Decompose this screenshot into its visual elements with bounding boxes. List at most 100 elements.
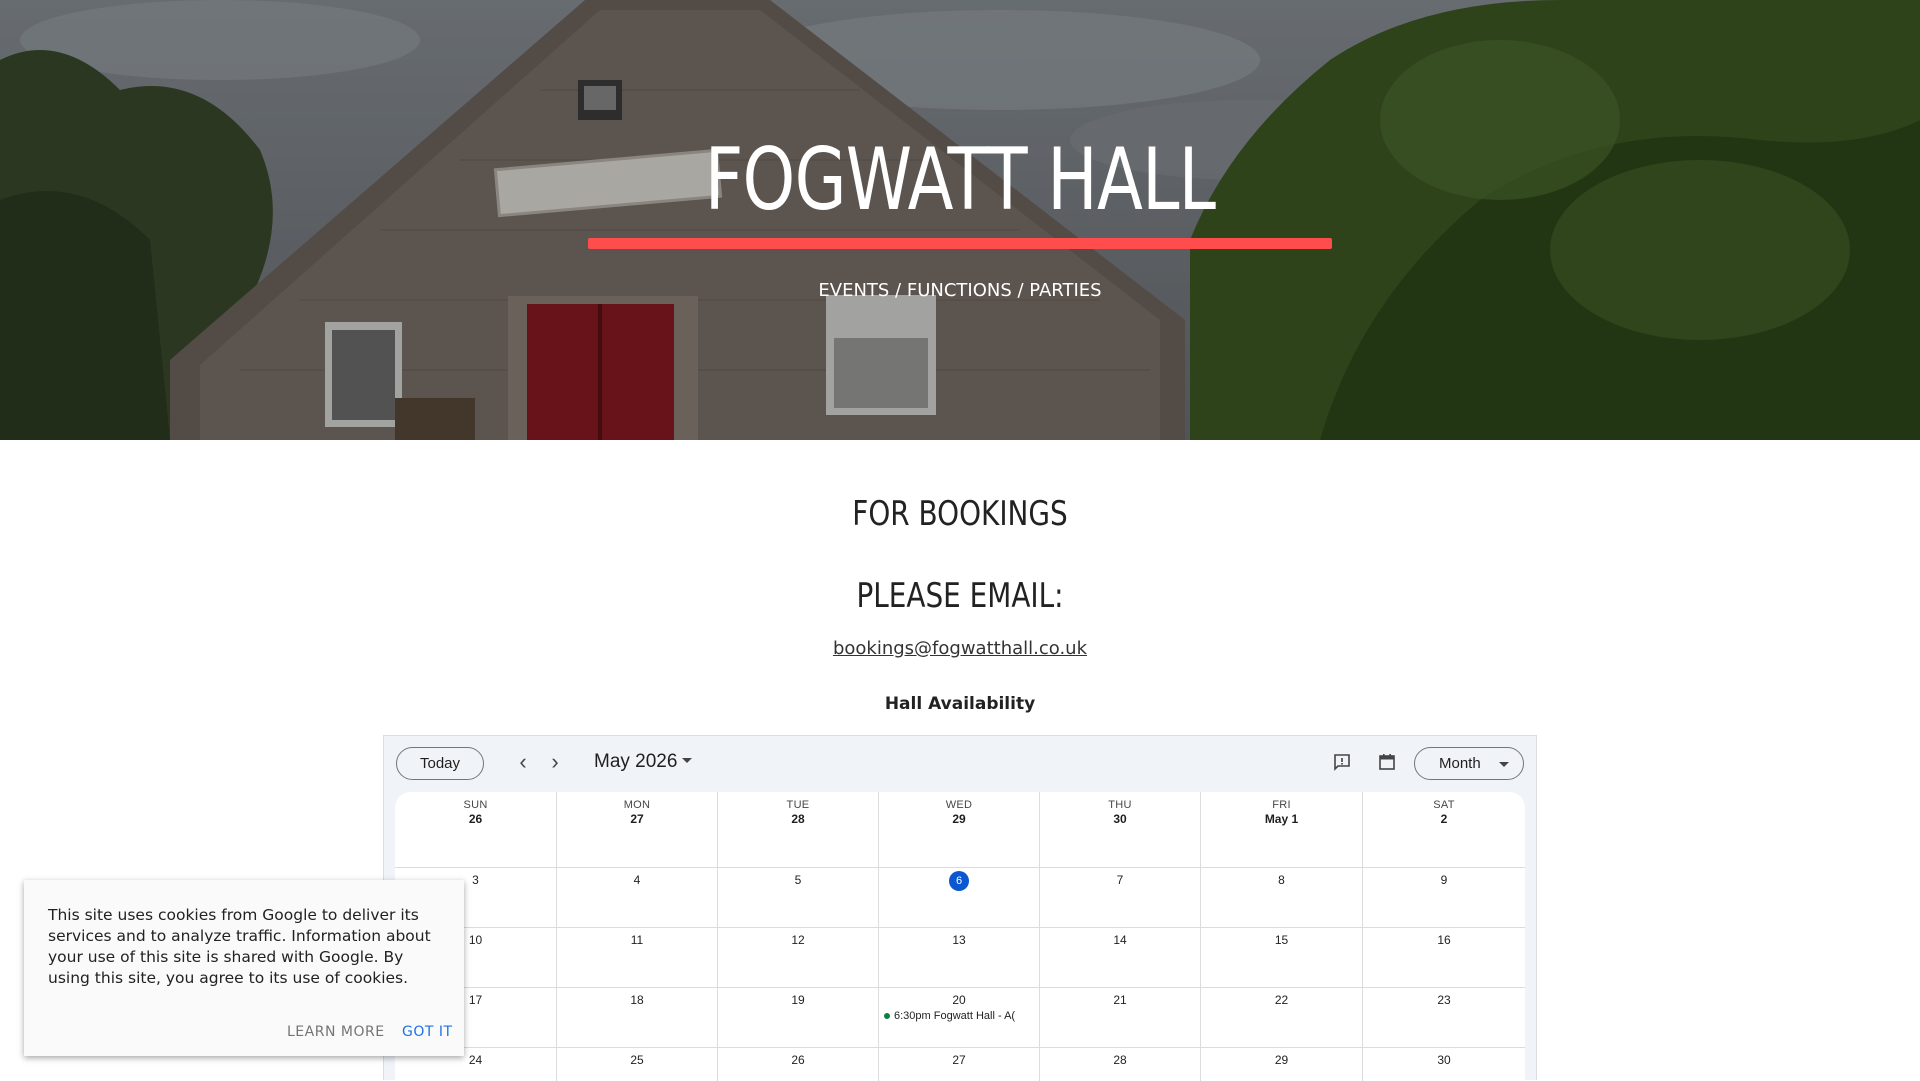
weekday-label: SUN <box>463 799 488 811</box>
day-number: 12 <box>791 933 805 947</box>
day-cell[interactable]: 9 <box>1363 868 1525 927</box>
weekday-label: SAT <box>1433 799 1455 811</box>
day-number: 26 <box>468 812 483 826</box>
bookings-heading: FOR BOOKINGS <box>852 494 1068 534</box>
week-row: 17 18 19 20 6:30pm Fogwatt Hall - A( 21 … <box>395 988 1525 1048</box>
calendar-event[interactable]: 6:30pm Fogwatt Hall - A( <box>881 1010 1037 1022</box>
day-number: 6 <box>949 871 969 891</box>
day-number: 30 <box>1437 1053 1451 1067</box>
day-cell[interactable]: SUN 26 <box>395 792 557 867</box>
chevron-right-icon[interactable]: › <box>542 750 568 776</box>
weekday-label: FRI <box>1272 799 1291 811</box>
hero-subtitle: EVENTS / FUNCTIONS / PARTIES <box>818 280 1102 301</box>
day-number: 13 <box>952 933 966 947</box>
day-cell[interactable]: 21 <box>1040 988 1201 1047</box>
day-number: 22 <box>1274 993 1289 1007</box>
booking-email-link[interactable]: bookings@fogwatthall.co.uk <box>833 638 1087 659</box>
day-cell[interactable]: 13 <box>879 928 1040 987</box>
day-cell[interactable]: 12 <box>718 928 879 987</box>
calendar-toolbar: Today ‹ › May 2026 Month <box>384 736 1536 792</box>
day-number: 16 <box>1437 933 1451 947</box>
day-number: 27 <box>630 812 644 826</box>
day-cell[interactable]: 25 <box>557 1048 718 1081</box>
month-grid: SUN 26 MON 27 TUE 28 WED 29 THU 30 FRI May 1 S… <box>395 792 1525 1081</box>
day-cell[interactable]: 7 <box>1040 868 1201 927</box>
week-row: SUN 26 MON 27 TUE 28 WED 29 THU 30 FRI May 1 S… <box>395 792 1525 868</box>
day-number: 21 <box>1113 993 1127 1007</box>
availability-calendar: Today ‹ › May 2026 Month SUN 26 MON 27 TUE… <box>383 735 1537 1081</box>
cookie-message: This site uses cookies from Google to de… <box>48 906 431 987</box>
day-number: 26 <box>791 1053 805 1067</box>
day-cell[interactable]: 11 <box>557 928 718 987</box>
day-cell[interactable]: THU 30 <box>1040 792 1201 867</box>
day-cell[interactable]: 30 <box>1363 1048 1525 1081</box>
caret-down-icon <box>1499 762 1509 767</box>
day-cell[interactable]: MON 27 <box>557 792 718 867</box>
event-dot-icon <box>884 1012 890 1019</box>
day-number: 30 <box>1113 812 1127 826</box>
day-number: 19 <box>791 993 805 1007</box>
feedback-icon[interactable] <box>1332 752 1352 772</box>
day-cell[interactable]: 29 <box>1201 1048 1363 1081</box>
day-number: 18 <box>630 993 644 1007</box>
day-number: 23 <box>1437 993 1451 1007</box>
weekday-label: TUE <box>786 799 810 811</box>
day-cell[interactable]: 4 <box>557 868 718 927</box>
day-number: 2 <box>1440 812 1448 826</box>
day-number: 29 <box>1274 1053 1289 1067</box>
view-selector-button[interactable]: Month <box>1414 747 1524 780</box>
today-button[interactable]: Today <box>396 747 484 780</box>
day-cell[interactable]: 26 <box>718 1048 879 1081</box>
learn-more-button[interactable]: LEARN MORE <box>287 1024 385 1040</box>
month-selector[interactable]: May 2026 <box>594 751 677 773</box>
day-number: 4 <box>633 873 641 887</box>
day-number: 27 <box>952 1053 966 1067</box>
day-cell[interactable]: SAT 2 <box>1363 792 1525 867</box>
cookie-consent-banner: This site uses cookies from Google to de… <box>24 880 464 1056</box>
week-row: 10ate booking 11 12 13 14 15 16 <box>395 928 1525 988</box>
day-cell[interactable]: 27 <box>879 1048 1040 1081</box>
hero-banner: FOGWATT HALL EVENTS / FUNCTIONS / PARTIE… <box>0 0 1920 440</box>
weekday-label: WED <box>945 799 973 811</box>
day-cell[interactable]: WED 29 <box>879 792 1040 867</box>
caret-down-icon[interactable] <box>682 758 692 763</box>
day-cell[interactable]: 23 <box>1363 988 1525 1047</box>
day-number: 5 <box>794 873 802 887</box>
day-cell[interactable]: 19 <box>718 988 879 1047</box>
weekday-label: THU <box>1108 799 1132 811</box>
day-cell[interactable]: 5 <box>718 868 879 927</box>
calendar-icon[interactable] <box>1377 752 1397 772</box>
event-time: 6:30pm <box>894 1010 931 1022</box>
day-cell[interactable]: FRI May 1 <box>1201 792 1363 867</box>
day-number: 15 <box>1274 933 1289 947</box>
week-row: 3 4 5 6 7 8 9 <box>395 868 1525 928</box>
day-number: 28 <box>791 812 805 826</box>
event-title: Fogwatt Hall - A( <box>933 1010 1016 1022</box>
day-cell[interactable]: 20 6:30pm Fogwatt Hall - A( <box>879 988 1040 1047</box>
day-number: 29 <box>952 812 966 826</box>
day-cell[interactable]: 14 <box>1040 928 1201 987</box>
day-number: 9 <box>1440 873 1448 887</box>
got-it-button[interactable]: GOT IT <box>402 1024 453 1040</box>
email-link-wrapper: bookings@fogwatthall.co.uk <box>0 638 1920 659</box>
day-cell[interactable]: 8 <box>1201 868 1363 927</box>
view-label: Month <box>1439 755 1481 772</box>
day-number: 28 <box>1113 1053 1127 1067</box>
day-cell[interactable]: 18 <box>557 988 718 1047</box>
day-cell[interactable]: 16 <box>1363 928 1525 987</box>
day-number: 11 <box>630 933 644 947</box>
hero-title: FOGWATT HALL <box>704 130 1216 230</box>
day-cell[interactable]: 28 <box>1040 1048 1201 1081</box>
email-heading: PLEASE EMAIL: <box>856 576 1064 616</box>
day-cell-today[interactable]: 6 <box>879 868 1040 927</box>
today-marker: 6 <box>879 871 1039 891</box>
day-cell[interactable]: 22 <box>1201 988 1363 1047</box>
day-number: 20 <box>952 993 966 1007</box>
chevron-left-icon[interactable]: ‹ <box>510 750 536 776</box>
day-number: May 1 <box>1264 812 1299 826</box>
day-cell[interactable]: TUE 28 <box>718 792 879 867</box>
day-number: 7 <box>1116 873 1124 887</box>
week-row: 24 25 26 27 28 29 30 <box>395 1048 1525 1081</box>
hall-availability-label: Hall Availability <box>884 694 1036 714</box>
day-cell[interactable]: 15 <box>1201 928 1363 987</box>
